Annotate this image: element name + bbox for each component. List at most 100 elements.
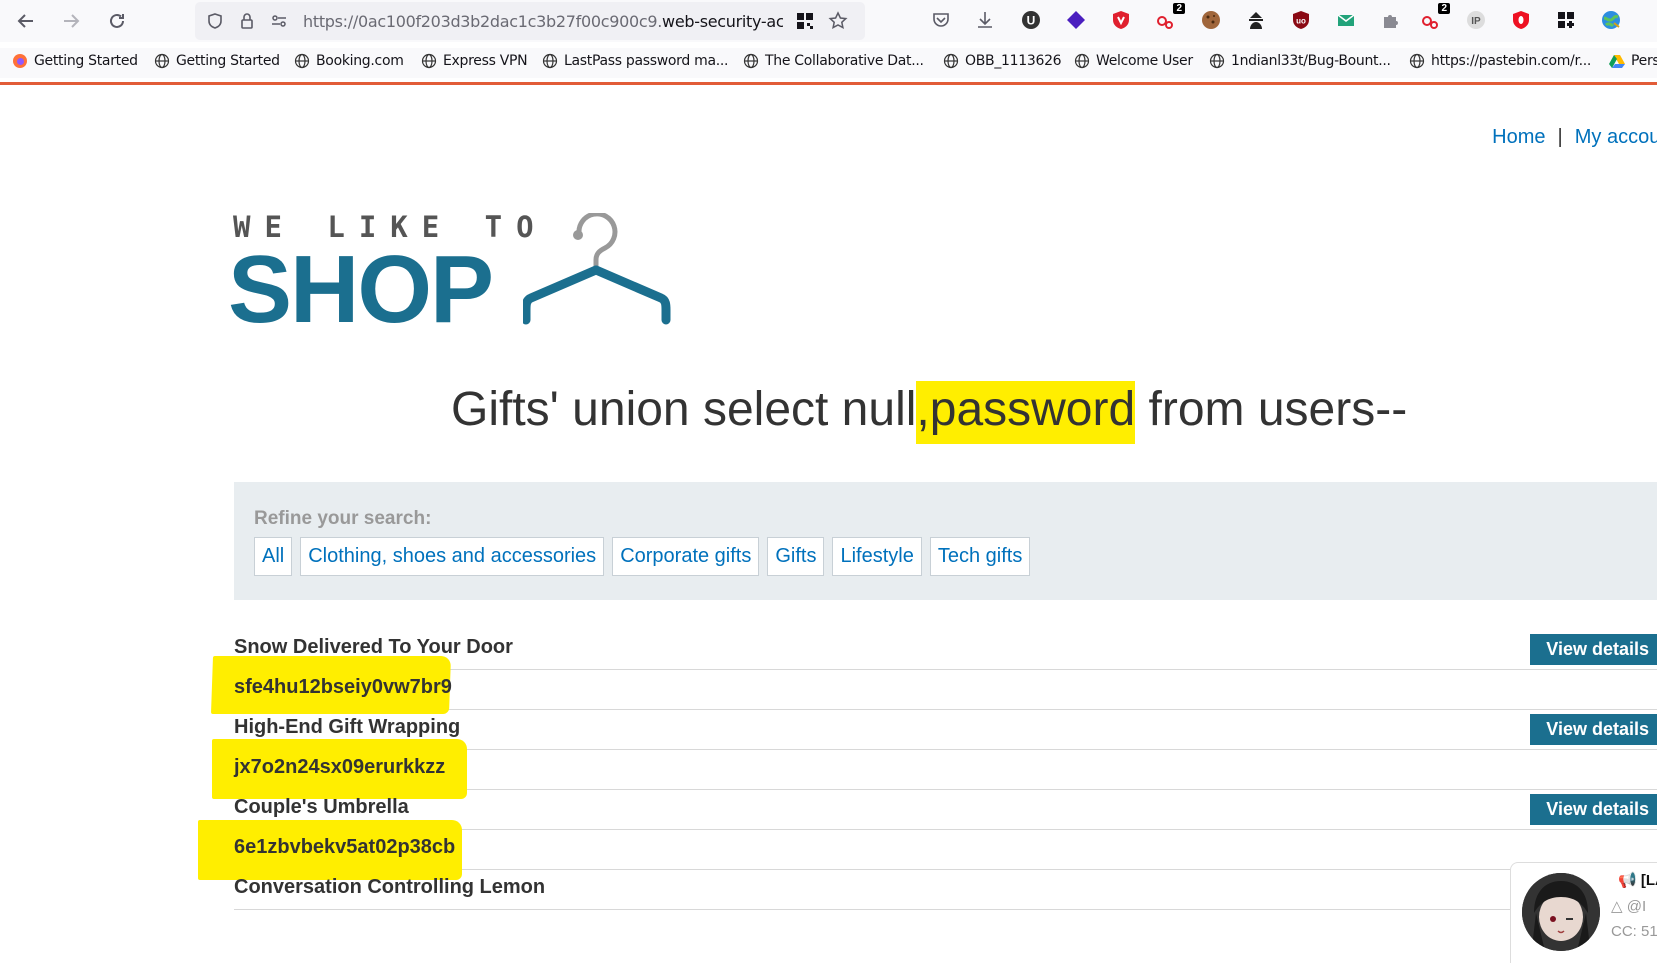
heading-pre: Gifts' union select null	[451, 383, 917, 436]
password-value: sfe4hu12bseiy0vw7br9	[234, 676, 452, 698]
filter-gifts[interactable]: Gifts	[767, 537, 825, 576]
back-arrow-icon[interactable]	[12, 7, 40, 35]
bookmark-item[interactable]: Getting Started	[154, 53, 280, 69]
extension-badge: 2	[1438, 3, 1450, 14]
table-row: 6e1zbvbekv5at02p38cb	[198, 820, 1657, 880]
my-account-link[interactable]: My account	[1575, 126, 1657, 148]
notification-popup[interactable]: 📢 [LA △ @I CC: 51	[1510, 862, 1657, 963]
network-badge-icon-2[interactable]: 2	[1420, 3, 1450, 31]
svg-text:uo: uo	[1296, 17, 1306, 26]
view-details-button[interactable]: View details	[1530, 634, 1657, 665]
download-icon[interactable]	[974, 9, 996, 31]
globe-icon	[421, 53, 437, 69]
category-filters: All Clothing, shoes and accessories Corp…	[254, 537, 1031, 576]
bookmark-item[interactable]: 1ndianl33t/Bug-Bount...	[1209, 53, 1391, 69]
avatar	[1522, 873, 1600, 951]
popup-cc: CC: 51	[1611, 923, 1657, 940]
globe-icon	[1074, 53, 1090, 69]
browser-toolbar: https://0ac100f203d3b2dac1c3b27f00c900c9…	[0, 0, 1657, 42]
shop-logo[interactable]: WE LIKE TO SHOP	[228, 210, 693, 340]
bookmark-item[interactable]: Pers	[1609, 53, 1657, 69]
megaphone-icon: 📢	[1618, 872, 1637, 889]
url-text[interactable]: https://0ac100f203d3b2dac1c3b27f00c900c9…	[303, 12, 783, 31]
forward-arrow-icon[interactable]	[57, 7, 85, 35]
product-name: Conversation Controlling Lemon	[234, 876, 546, 898]
bookmark-item[interactable]: Welcome User	[1074, 53, 1193, 69]
filter-lifestyle[interactable]: Lifestyle	[832, 537, 922, 576]
view-details-button[interactable]: View details	[1530, 714, 1657, 745]
permissions-icon[interactable]	[269, 11, 289, 31]
bookmark-item[interactable]: The Collaborative Dat...	[743, 53, 924, 69]
bookmark-item[interactable]: Getting Started	[12, 53, 138, 69]
user-icon: △	[1611, 898, 1623, 915]
google-drive-icon	[1609, 55, 1625, 68]
puzzle-icon[interactable]	[1380, 9, 1402, 31]
refine-search-panel: Refine your search: All Clothing, shoes …	[234, 482, 1657, 600]
header-divider	[0, 82, 1657, 85]
bookmark-label: Getting Started	[176, 53, 280, 69]
filter-all[interactable]: All	[254, 537, 293, 576]
bookmark-item[interactable]: LastPass password ma...	[542, 53, 728, 69]
ip-icon[interactable]: IP	[1465, 9, 1487, 31]
hanger-icon	[523, 213, 671, 325]
bookmark-item[interactable]: Express VPN	[421, 53, 528, 69]
globe-extension-icon[interactable]	[1600, 9, 1622, 31]
view-details-button[interactable]: View details	[1530, 794, 1657, 825]
purple-diamond-icon[interactable]	[1065, 9, 1087, 31]
bookmark-label: Getting Started	[34, 53, 138, 69]
spy-icon[interactable]	[1245, 9, 1267, 31]
bookmark-item[interactable]: OBB_1113626	[943, 53, 1062, 69]
popup-title-text: [LA	[1640, 872, 1657, 889]
filter-tech-gifts[interactable]: Tech gifts	[929, 537, 1031, 576]
network-badge-icon[interactable]: 2	[1155, 3, 1185, 31]
mail-icon[interactable]	[1335, 9, 1357, 31]
shield-icon[interactable]	[205, 11, 225, 31]
filter-clothing[interactable]: Clothing, shoes and accessories	[300, 537, 605, 576]
popup-handle-text: @I	[1626, 898, 1647, 915]
product-name: High-End Gift Wrapping	[234, 716, 461, 738]
url-domain: web-security-acad	[662, 12, 783, 31]
globe-icon	[1209, 53, 1225, 69]
password-value: jx7o2n24sx09erurkkzz	[234, 756, 446, 778]
globe-icon	[294, 53, 310, 69]
refine-label: Refine your search:	[254, 508, 432, 529]
password-value: 6e1zbvbekv5at02p38cb	[234, 836, 456, 858]
bookmark-label: Booking.com	[316, 53, 404, 69]
globe-icon	[943, 53, 959, 69]
red-shield-icon[interactable]	[1110, 9, 1132, 31]
pocket-icon[interactable]	[930, 9, 952, 31]
bookmark-label: Welcome User	[1096, 53, 1193, 69]
url-bar[interactable]: https://0ac100f203d3b2dac1c3b27f00c900c9…	[195, 2, 865, 40]
bookmarks-bar: Getting Started Getting Started Booking.…	[0, 48, 1657, 78]
cookie-icon[interactable]	[1200, 9, 1222, 31]
reload-icon[interactable]	[103, 7, 131, 35]
product-name: Couple's Umbrella	[234, 796, 409, 818]
qr-code-icon[interactable]	[795, 11, 815, 31]
nav-separator: |	[1557, 126, 1563, 148]
heading-post: from users--	[1135, 383, 1408, 436]
globe-icon	[542, 53, 558, 69]
firefox-icon	[13, 54, 27, 68]
filter-corporate-gifts[interactable]: Corporate gifts	[612, 537, 760, 576]
extensions-grid-icon[interactable]	[1555, 9, 1577, 31]
popup-title: 📢 [LA	[1618, 871, 1657, 889]
bookmark-label: The Collaborative Dat...	[765, 53, 924, 69]
product-table: Snow Delivered To Your Door View details…	[198, 630, 1657, 910]
ublock-origin-icon[interactable]: uo	[1290, 9, 1312, 31]
globe-icon	[1409, 53, 1425, 69]
heading-highlight: ,password	[916, 381, 1136, 444]
table-row: sfe4hu12bseiy0vw7br9	[210, 656, 1657, 714]
lock-icon[interactable]	[237, 11, 257, 31]
bookmark-label: LastPass password ma...	[564, 53, 729, 69]
bookmark-star-icon[interactable]	[828, 11, 848, 31]
bookmark-item[interactable]: Booking.com	[294, 53, 404, 69]
svg-text:IP: IP	[1471, 16, 1481, 27]
ublock-u-icon[interactable]: U	[1020, 9, 1042, 31]
bookmark-item[interactable]: https://pastebin.com/r...	[1409, 53, 1591, 69]
bookmark-label: https://pastebin.com/r...	[1431, 53, 1592, 69]
opera-vpn-icon[interactable]	[1510, 9, 1532, 31]
url-prefix: https://0ac100f203d3b2dac1c3b27f00c900c9…	[303, 12, 663, 31]
svg-text:U: U	[1027, 14, 1036, 28]
globe-icon	[154, 53, 170, 69]
home-link[interactable]: Home	[1492, 126, 1545, 148]
